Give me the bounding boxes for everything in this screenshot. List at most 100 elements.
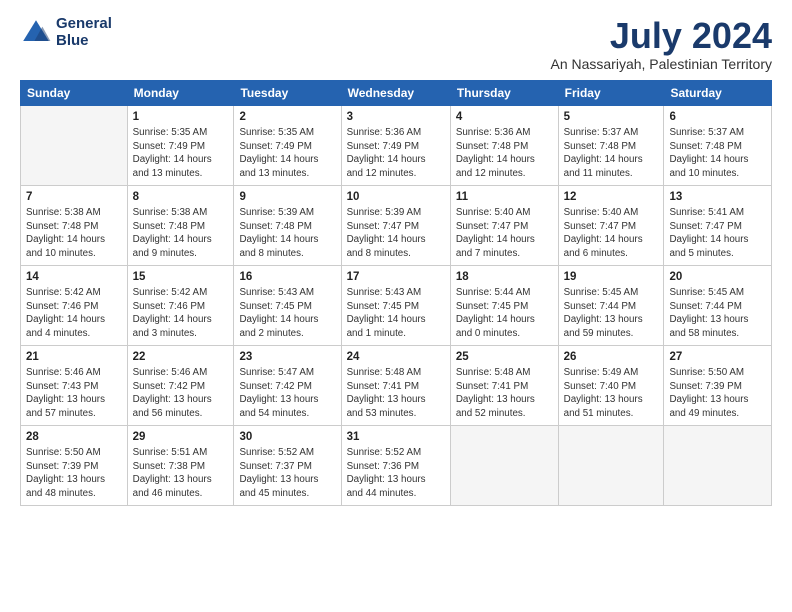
calendar-cell: 6Sunrise: 5:37 AM Sunset: 7:48 PM Daylig…	[664, 105, 772, 185]
day-detail: Sunrise: 5:37 AM Sunset: 7:48 PM Dayligh…	[564, 126, 659, 180]
day-detail: Sunrise: 5:52 AM Sunset: 7:36 PM Dayligh…	[347, 446, 445, 500]
calendar-cell: 4Sunrise: 5:36 AM Sunset: 7:48 PM Daylig…	[450, 105, 558, 185]
day-number: 15	[133, 270, 229, 286]
day-number: 24	[347, 350, 445, 366]
day-detail: Sunrise: 5:41 AM Sunset: 7:47 PM Dayligh…	[669, 206, 766, 260]
day-number: 12	[564, 190, 659, 206]
calendar-cell: 31Sunrise: 5:52 AM Sunset: 7:36 PM Dayli…	[341, 425, 450, 505]
calendar-cell: 21Sunrise: 5:46 AM Sunset: 7:43 PM Dayli…	[21, 345, 128, 425]
day-number: 13	[669, 190, 766, 206]
calendar-week-4: 21Sunrise: 5:46 AM Sunset: 7:43 PM Dayli…	[21, 345, 772, 425]
logo-line2: Blue	[56, 32, 89, 49]
day-number: 25	[456, 350, 553, 366]
calendar-cell: 9Sunrise: 5:39 AM Sunset: 7:48 PM Daylig…	[234, 185, 341, 265]
day-detail: Sunrise: 5:45 AM Sunset: 7:44 PM Dayligh…	[669, 286, 766, 340]
header-day-saturday: Saturday	[664, 80, 772, 105]
header-day-tuesday: Tuesday	[234, 80, 341, 105]
day-number: 22	[133, 350, 229, 366]
day-number: 26	[564, 350, 659, 366]
header-day-thursday: Thursday	[450, 80, 558, 105]
day-number: 7	[26, 190, 122, 206]
calendar-cell: 13Sunrise: 5:41 AM Sunset: 7:47 PM Dayli…	[664, 185, 772, 265]
day-number: 10	[347, 190, 445, 206]
calendar-week-3: 14Sunrise: 5:42 AM Sunset: 7:46 PM Dayli…	[21, 265, 772, 345]
title-block: July 2024 An Nassariyah, Palestinian Ter…	[550, 16, 772, 72]
header-day-monday: Monday	[127, 80, 234, 105]
day-number: 28	[26, 430, 122, 446]
day-detail: Sunrise: 5:40 AM Sunset: 7:47 PM Dayligh…	[564, 206, 659, 260]
day-number: 21	[26, 350, 122, 366]
calendar-cell: 29Sunrise: 5:51 AM Sunset: 7:38 PM Dayli…	[127, 425, 234, 505]
calendar: SundayMondayTuesdayWednesdayThursdayFrid…	[20, 80, 772, 506]
day-number: 6	[669, 110, 766, 126]
calendar-cell: 27Sunrise: 5:50 AM Sunset: 7:39 PM Dayli…	[664, 345, 772, 425]
day-detail: Sunrise: 5:48 AM Sunset: 7:41 PM Dayligh…	[347, 366, 445, 420]
day-number: 9	[239, 190, 335, 206]
day-number: 8	[133, 190, 229, 206]
calendar-cell: 5Sunrise: 5:37 AM Sunset: 7:48 PM Daylig…	[558, 105, 664, 185]
calendar-week-1: 1Sunrise: 5:35 AM Sunset: 7:49 PM Daylig…	[21, 105, 772, 185]
calendar-cell: 24Sunrise: 5:48 AM Sunset: 7:41 PM Dayli…	[341, 345, 450, 425]
calendar-cell: 28Sunrise: 5:50 AM Sunset: 7:39 PM Dayli…	[21, 425, 128, 505]
day-detail: Sunrise: 5:40 AM Sunset: 7:47 PM Dayligh…	[456, 206, 553, 260]
day-number: 16	[239, 270, 335, 286]
header-day-wednesday: Wednesday	[341, 80, 450, 105]
logo-text: General Blue	[56, 16, 112, 49]
calendar-cell	[450, 425, 558, 505]
calendar-cell: 11Sunrise: 5:40 AM Sunset: 7:47 PM Dayli…	[450, 185, 558, 265]
day-detail: Sunrise: 5:37 AM Sunset: 7:48 PM Dayligh…	[669, 126, 766, 180]
day-number: 1	[133, 110, 229, 126]
day-detail: Sunrise: 5:46 AM Sunset: 7:43 PM Dayligh…	[26, 366, 122, 420]
logo-icon	[20, 17, 52, 49]
day-detail: Sunrise: 5:38 AM Sunset: 7:48 PM Dayligh…	[133, 206, 229, 260]
logo-line1: General	[56, 15, 112, 32]
day-number: 17	[347, 270, 445, 286]
day-number: 11	[456, 190, 553, 206]
day-number: 27	[669, 350, 766, 366]
day-detail: Sunrise: 5:48 AM Sunset: 7:41 PM Dayligh…	[456, 366, 553, 420]
day-detail: Sunrise: 5:49 AM Sunset: 7:40 PM Dayligh…	[564, 366, 659, 420]
calendar-cell: 19Sunrise: 5:45 AM Sunset: 7:44 PM Dayli…	[558, 265, 664, 345]
day-detail: Sunrise: 5:46 AM Sunset: 7:42 PM Dayligh…	[133, 366, 229, 420]
calendar-cell: 10Sunrise: 5:39 AM Sunset: 7:47 PM Dayli…	[341, 185, 450, 265]
day-detail: Sunrise: 5:35 AM Sunset: 7:49 PM Dayligh…	[133, 126, 229, 180]
day-number: 30	[239, 430, 335, 446]
day-detail: Sunrise: 5:43 AM Sunset: 7:45 PM Dayligh…	[347, 286, 445, 340]
day-number: 4	[456, 110, 553, 126]
day-number: 3	[347, 110, 445, 126]
calendar-cell: 23Sunrise: 5:47 AM Sunset: 7:42 PM Dayli…	[234, 345, 341, 425]
day-number: 29	[133, 430, 229, 446]
day-detail: Sunrise: 5:52 AM Sunset: 7:37 PM Dayligh…	[239, 446, 335, 500]
day-detail: Sunrise: 5:38 AM Sunset: 7:48 PM Dayligh…	[26, 206, 122, 260]
calendar-cell: 30Sunrise: 5:52 AM Sunset: 7:37 PM Dayli…	[234, 425, 341, 505]
day-detail: Sunrise: 5:50 AM Sunset: 7:39 PM Dayligh…	[669, 366, 766, 420]
calendar-cell	[21, 105, 128, 185]
day-detail: Sunrise: 5:45 AM Sunset: 7:44 PM Dayligh…	[564, 286, 659, 340]
day-number: 20	[669, 270, 766, 286]
calendar-week-5: 28Sunrise: 5:50 AM Sunset: 7:39 PM Dayli…	[21, 425, 772, 505]
calendar-cell: 18Sunrise: 5:44 AM Sunset: 7:45 PM Dayli…	[450, 265, 558, 345]
day-detail: Sunrise: 5:35 AM Sunset: 7:49 PM Dayligh…	[239, 126, 335, 180]
day-detail: Sunrise: 5:51 AM Sunset: 7:38 PM Dayligh…	[133, 446, 229, 500]
day-detail: Sunrise: 5:47 AM Sunset: 7:42 PM Dayligh…	[239, 366, 335, 420]
calendar-header-row: SundayMondayTuesdayWednesdayThursdayFrid…	[21, 80, 772, 105]
day-detail: Sunrise: 5:39 AM Sunset: 7:47 PM Dayligh…	[347, 206, 445, 260]
day-detail: Sunrise: 5:39 AM Sunset: 7:48 PM Dayligh…	[239, 206, 335, 260]
calendar-cell: 17Sunrise: 5:43 AM Sunset: 7:45 PM Dayli…	[341, 265, 450, 345]
calendar-cell: 3Sunrise: 5:36 AM Sunset: 7:49 PM Daylig…	[341, 105, 450, 185]
calendar-cell: 15Sunrise: 5:42 AM Sunset: 7:46 PM Dayli…	[127, 265, 234, 345]
header-day-friday: Friday	[558, 80, 664, 105]
day-number: 31	[347, 430, 445, 446]
calendar-cell: 14Sunrise: 5:42 AM Sunset: 7:46 PM Dayli…	[21, 265, 128, 345]
calendar-cell: 1Sunrise: 5:35 AM Sunset: 7:49 PM Daylig…	[127, 105, 234, 185]
logo: General Blue	[20, 16, 112, 49]
day-number: 5	[564, 110, 659, 126]
calendar-cell: 25Sunrise: 5:48 AM Sunset: 7:41 PM Dayli…	[450, 345, 558, 425]
header: General Blue July 2024 An Nassariyah, Pa…	[20, 16, 772, 72]
day-number: 19	[564, 270, 659, 286]
subtitle: An Nassariyah, Palestinian Territory	[550, 56, 772, 72]
calendar-cell: 2Sunrise: 5:35 AM Sunset: 7:49 PM Daylig…	[234, 105, 341, 185]
day-detail: Sunrise: 5:44 AM Sunset: 7:45 PM Dayligh…	[456, 286, 553, 340]
calendar-cell	[664, 425, 772, 505]
calendar-cell: 26Sunrise: 5:49 AM Sunset: 7:40 PM Dayli…	[558, 345, 664, 425]
